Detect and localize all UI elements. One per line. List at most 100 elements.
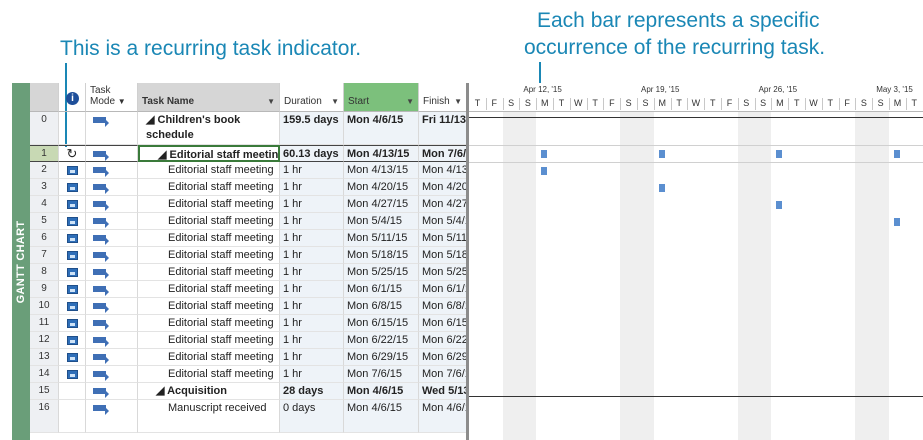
task-name-cell[interactable]: ◢ Acquisition xyxy=(138,383,280,400)
recurring-occurrence-bar[interactable] xyxy=(776,150,783,158)
view-bar[interactable]: GANTT CHART xyxy=(12,83,30,440)
table-row[interactable]: 11 Editorial staff meeting 1 hr Mon 6/15/15… xyxy=(30,315,467,332)
task-bar[interactable] xyxy=(658,184,665,192)
row-id[interactable]: 7 xyxy=(30,247,59,264)
finish-cell[interactable]: Mon 7/6/15 xyxy=(419,145,467,162)
chevron-down-icon[interactable]: ▼ xyxy=(267,97,275,106)
start-cell[interactable]: Mon 4/6/15 xyxy=(344,112,419,145)
select-all-header[interactable] xyxy=(30,83,59,112)
duration-cell[interactable]: 28 days xyxy=(280,383,344,400)
duration-cell[interactable]: 1 hr xyxy=(280,332,344,349)
duration-cell[interactable]: 1 hr xyxy=(280,366,344,383)
finish-cell[interactable]: Fri 11/13/15 xyxy=(419,112,467,145)
chevron-down-icon[interactable]: ▼ xyxy=(118,97,126,106)
row-id[interactable]: 11 xyxy=(30,315,59,332)
table-row[interactable]: 4 Editorial staff meeting 1 hr Mon 4/27/15 M… xyxy=(30,196,467,213)
finish-cell[interactable]: Mon 6/22/15 xyxy=(419,332,467,349)
task-name-cell[interactable]: Editorial staff meeting xyxy=(138,162,280,179)
start-cell[interactable]: Mon 4/6/15 xyxy=(344,383,419,400)
finish-cell[interactable]: Mon 5/11/15 xyxy=(419,230,467,247)
start-cell[interactable]: Mon 5/25/15 xyxy=(344,264,419,281)
task-mode-cell[interactable] xyxy=(86,247,138,264)
start-cell[interactable]: Mon 7/6/15 xyxy=(344,366,419,383)
start-cell[interactable]: Mon 5/18/15 xyxy=(344,247,419,264)
finish-cell[interactable]: Mon 4/13/15 xyxy=(419,162,467,179)
row-id[interactable]: 0 xyxy=(30,112,59,145)
duration-cell[interactable]: 1 hr xyxy=(280,298,344,315)
task-mode-cell[interactable] xyxy=(86,162,138,179)
task-name-cell[interactable]: Editorial staff meeting xyxy=(138,349,280,366)
task-name-cell[interactable]: Editorial staff meeting xyxy=(138,213,280,230)
finish-cell[interactable]: Mon 5/4/15 xyxy=(419,213,467,230)
duration-cell[interactable]: 1 hr xyxy=(280,349,344,366)
table-row[interactable]: 1 ↻ ◢ Editorial staff meeting 60.13 days Mon… xyxy=(30,145,467,162)
task-mode-cell[interactable] xyxy=(86,315,138,332)
duration-cell[interactable]: 1 hr xyxy=(280,196,344,213)
start-cell[interactable]: Mon 6/8/15 xyxy=(344,298,419,315)
start-cell[interactable]: Mon 4/20/15 xyxy=(344,179,419,196)
row-id[interactable]: 6 xyxy=(30,230,59,247)
finish-cell[interactable]: Mon 7/6/15 xyxy=(419,366,467,383)
task-mode-cell[interactable] xyxy=(86,145,138,162)
start-cell[interactable]: Mon 6/29/15 xyxy=(344,349,419,366)
table-row[interactable]: 9 Editorial staff meeting 1 hr Mon 6/1/15 Mo… xyxy=(30,281,467,298)
finish-cell[interactable]: Mon 6/1/15 xyxy=(419,281,467,298)
duration-cell[interactable]: 1 hr xyxy=(280,162,344,179)
start-cell[interactable]: Mon 4/27/15 xyxy=(344,196,419,213)
finish-cell[interactable]: Wed 5/13/15 xyxy=(419,383,467,400)
task-name-cell[interactable]: Editorial staff meeting xyxy=(138,366,280,383)
task-mode-cell[interactable] xyxy=(86,349,138,366)
row-id[interactable]: 1 xyxy=(30,145,59,162)
task-name-cell[interactable]: Editorial staff meeting xyxy=(138,247,280,264)
duration-cell[interactable]: 1 hr xyxy=(280,213,344,230)
row-id[interactable]: 14 xyxy=(30,366,59,383)
table-row[interactable]: 10 Editorial staff meeting 1 hr Mon 6/8/15 M… xyxy=(30,298,467,315)
table-row[interactable]: 15 ◢ Acquisition28 daysMon 4/6/15Wed 5/13… xyxy=(30,383,467,400)
recurring-occurrence-bar[interactable] xyxy=(541,150,548,158)
task-mode-cell[interactable] xyxy=(86,383,138,400)
table-row[interactable]: 16 Manuscript received 0 days Mon 4/6/15 Mon… xyxy=(30,400,467,433)
finish-column-header[interactable]: Finish ▼ xyxy=(419,83,467,112)
row-id[interactable]: 8 xyxy=(30,264,59,281)
task-mode-cell[interactable] xyxy=(86,298,138,315)
start-cell[interactable]: Mon 5/4/15 xyxy=(344,213,419,230)
task-name-cell[interactable]: ◢ Editorial staff meeting xyxy=(138,145,280,162)
task-name-cell[interactable]: Editorial staff meeting xyxy=(138,315,280,332)
row-id[interactable]: 4 xyxy=(30,196,59,213)
row-id[interactable]: 10 xyxy=(30,298,59,315)
row-id[interactable]: 13 xyxy=(30,349,59,366)
task-mode-cell[interactable] xyxy=(86,281,138,298)
duration-cell[interactable]: 1 hr xyxy=(280,230,344,247)
table-row[interactable]: 3 Editorial staff meeting 1 hr Mon 4/20/15 M… xyxy=(30,179,467,196)
task-name-cell[interactable]: Editorial staff meeting xyxy=(138,332,280,349)
duration-cell[interactable]: 1 hr xyxy=(280,315,344,332)
start-cell[interactable]: Mon 4/13/15 xyxy=(344,162,419,179)
task-name-cell[interactable]: Editorial staff meeting xyxy=(138,196,280,213)
finish-cell[interactable]: Mon 6/29/15 xyxy=(419,349,467,366)
table-row[interactable]: 12 Editorial staff meeting 1 hr Mon 6/22/15… xyxy=(30,332,467,349)
chevron-down-icon[interactable]: ▼ xyxy=(454,97,462,106)
start-cell[interactable]: Mon 5/11/15 xyxy=(344,230,419,247)
duration-cell[interactable]: 1 hr xyxy=(280,247,344,264)
table-row[interactable]: 8 Editorial staff meeting 1 hr Mon 5/25/15 M… xyxy=(30,264,467,281)
duration-cell[interactable]: 1 hr xyxy=(280,281,344,298)
task-mode-cell[interactable] xyxy=(86,230,138,247)
task-mode-cell[interactable] xyxy=(86,400,138,433)
recurring-occurrence-bar[interactable] xyxy=(658,150,665,158)
task-name-cell[interactable]: Editorial staff meeting xyxy=(138,281,280,298)
table-row[interactable]: 6 Editorial staff meeting 1 hr Mon 5/11/15 M… xyxy=(30,230,467,247)
row-id[interactable]: 2 xyxy=(30,162,59,179)
task-name-cell[interactable]: Editorial staff meeting xyxy=(138,179,280,196)
finish-cell[interactable]: Mon 4/6/15 xyxy=(419,400,467,433)
task-mode-cell[interactable] xyxy=(86,196,138,213)
task-bar[interactable] xyxy=(776,201,783,209)
task-mode-cell[interactable] xyxy=(86,179,138,196)
chevron-down-icon[interactable]: ▼ xyxy=(406,97,414,106)
task-mode-cell[interactable] xyxy=(86,332,138,349)
duration-cell[interactable]: 0 days xyxy=(280,400,344,433)
task-name-cell[interactable]: Editorial staff meeting xyxy=(138,230,280,247)
task-name-cell[interactable]: ◢ Children's book schedule xyxy=(138,112,280,145)
task-mode-column-header[interactable]: Task Mode ▼ xyxy=(86,83,138,112)
start-cell[interactable]: Mon 6/22/15 xyxy=(344,332,419,349)
duration-cell[interactable]: 60.13 days xyxy=(280,145,344,162)
